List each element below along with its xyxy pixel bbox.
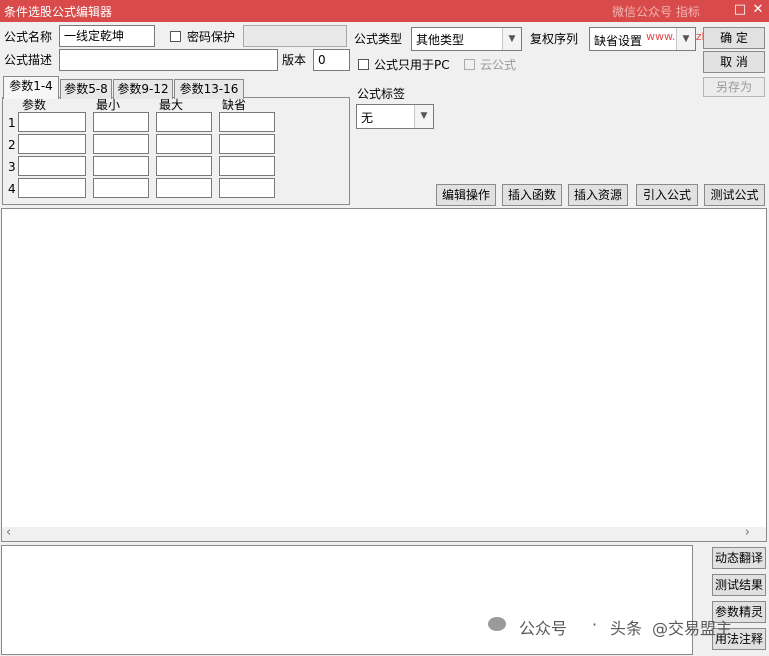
formula-editor[interactable] <box>1 208 767 542</box>
formula-type-select[interactable]: 其他类型 ▼ <box>411 27 522 51</box>
cloud-label: 云公式 <box>480 58 517 72</box>
param-header-default: 缺省 <box>222 98 247 112</box>
param-row-number: 1 <box>8 116 16 130</box>
param-header-name: 参数 <box>22 98 47 112</box>
param-3-max-input[interactable] <box>156 156 212 176</box>
tag-value: 无 <box>361 111 374 125</box>
param-1-min-input[interactable] <box>93 112 149 132</box>
insert-function-button[interactable]: 插入函数 <box>502 184 562 206</box>
adjust-label: 复权序列 <box>530 32 579 46</box>
pc-only-label: 公式只用于PC <box>374 58 450 72</box>
test-result-button[interactable]: 测试结果 <box>712 574 766 596</box>
tag-select[interactable]: 无 ▼ <box>356 104 434 129</box>
watermark-top: 微信公众号 指标 <box>612 5 700 19</box>
adjust-value: 缺省设置 <box>594 34 643 48</box>
param-3-min-input[interactable] <box>93 156 149 176</box>
save-as-button[interactable]: 另存为 <box>703 77 765 97</box>
insert-resource-button[interactable]: 插入资源 <box>568 184 628 206</box>
watermark-handle: @交易盟主 <box>652 619 733 638</box>
param-2-max-input[interactable] <box>156 134 212 154</box>
param-row-number: 3 <box>8 160 16 174</box>
password-checkbox[interactable] <box>170 31 181 42</box>
watermark-separator: · <box>592 615 598 634</box>
param-row-number: 2 <box>8 138 16 152</box>
param-4-min-input[interactable] <box>93 178 149 198</box>
tab-params-1-4[interactable]: 参数1-4 <box>3 76 59 99</box>
password-input[interactable] <box>243 25 347 47</box>
tab-params-13-16[interactable]: 参数13-16 <box>174 79 244 99</box>
watermark-brand2: 头条 <box>610 619 643 638</box>
param-row-number: 4 <box>8 182 16 196</box>
restore-button[interactable]: □ <box>732 2 748 18</box>
param-4-max-input[interactable] <box>156 178 212 198</box>
adjust-select[interactable]: 缺省设置 www.xuezhibiao.com ▼ <box>589 27 762 51</box>
version-label: 版本 <box>282 53 307 67</box>
pc-only-checkbox[interactable] <box>358 59 369 70</box>
edit-ops-button[interactable]: 编辑操作 <box>436 184 496 206</box>
param-header-min: 最小 <box>96 98 121 112</box>
version-input[interactable]: 0 <box>313 49 350 71</box>
password-label: 密码保护 <box>187 30 236 44</box>
formula-name-label: 公式名称 <box>4 30 53 44</box>
scroll-right-icon[interactable]: › <box>745 525 750 540</box>
param-header-max: 最大 <box>159 98 184 112</box>
param-3-default-input[interactable] <box>219 156 275 176</box>
param-2-min-input[interactable] <box>93 134 149 154</box>
scroll-left-icon[interactable]: ‹ <box>6 525 11 540</box>
wechat-icon <box>488 617 506 631</box>
formula-type-label: 公式类型 <box>354 32 403 46</box>
watermark-brand: 公众号 <box>519 619 568 638</box>
ok-button[interactable]: 确 定 <box>703 27 765 49</box>
param-4-name-input[interactable] <box>18 178 86 198</box>
formula-desc-label: 公式描述 <box>4 53 53 67</box>
cloud-checkbox[interactable] <box>464 59 475 70</box>
param-1-name-input[interactable] <box>18 112 86 132</box>
param-1-max-input[interactable] <box>156 112 212 132</box>
param-2-name-input[interactable] <box>18 134 86 154</box>
notes-textarea[interactable] <box>1 545 693 655</box>
tab-params-9-12[interactable]: 参数9-12 <box>113 79 173 99</box>
window-title: 条件选股公式编辑器 <box>4 5 113 19</box>
chevron-down-icon: ▼ <box>502 28 521 50</box>
close-button[interactable]: ✕ <box>750 2 766 18</box>
import-formula-button[interactable]: 引入公式 <box>636 184 698 206</box>
param-4-default-input[interactable] <box>219 178 275 198</box>
param-2-default-input[interactable] <box>219 134 275 154</box>
formula-type-value: 其他类型 <box>416 33 465 47</box>
cancel-button[interactable]: 取 消 <box>703 51 765 73</box>
param-1-default-input[interactable] <box>219 112 275 132</box>
tab-params-5-8[interactable]: 参数5-8 <box>60 79 112 99</box>
formula-desc-input[interactable] <box>59 49 278 71</box>
test-formula-button[interactable]: 测试公式 <box>704 184 765 206</box>
formula-name-input[interactable]: 一线定乾坤 <box>59 25 155 47</box>
dynamic-translate-button[interactable]: 动态翻译 <box>712 547 766 569</box>
chevron-down-icon: ▼ <box>414 105 433 128</box>
horizontal-scrollbar[interactable]: ‹ › <box>2 525 766 541</box>
param-3-name-input[interactable] <box>18 156 86 176</box>
chevron-down-icon: ▼ <box>676 28 695 50</box>
tag-label: 公式标签 <box>357 87 406 101</box>
